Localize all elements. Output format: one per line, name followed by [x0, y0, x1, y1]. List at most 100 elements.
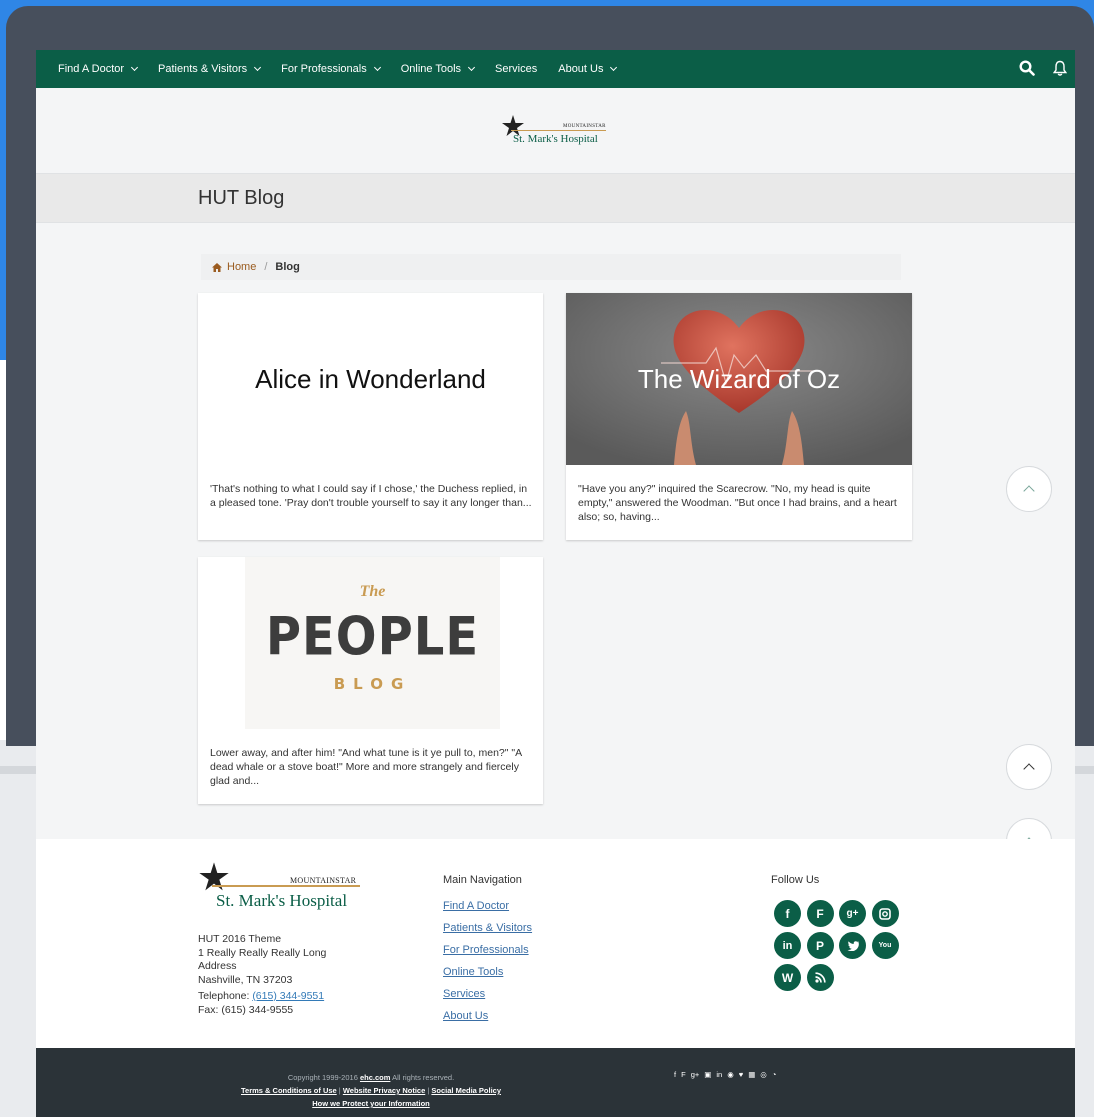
breadcrumb-home[interactable]: Home — [212, 261, 256, 273]
linkedin-icon[interactable]: in — [774, 932, 801, 959]
pinterest-icon[interactable]: ◉ — [727, 1070, 734, 1079]
bell-icon[interactable] — [1053, 60, 1067, 76]
card-excerpt: "Have you any?" inquired the Scarecrow. … — [578, 483, 897, 523]
instagram-icon[interactable] — [871, 900, 899, 927]
rss-icon[interactable]: ◔ — [772, 1070, 777, 1079]
rss-icon[interactable] — [806, 964, 834, 991]
chevron-down-icon — [373, 63, 381, 71]
copyright-link[interactable]: ehc.com — [360, 1073, 390, 1082]
chevron-up-icon — [1023, 763, 1035, 775]
separator: | — [338, 1086, 341, 1095]
address-line: HUT 2016 Theme — [198, 933, 282, 945]
pinterest-icon[interactable]: P — [806, 932, 834, 959]
star-icon — [199, 862, 229, 891]
nav-find-a-doctor[interactable]: Find A Doctor — [58, 63, 139, 75]
address-line: Address — [198, 960, 237, 972]
bottom-social-icons: f F g+ ▣ in ◉ ♥ ▦ ◎ ◔ — [674, 1070, 776, 1079]
card-image-people-blog: The PEOPLE BLOG — [198, 557, 543, 729]
card-excerpt: Lower away, and after him! "And what tun… — [210, 747, 522, 787]
page-title: HUT Blog — [198, 187, 285, 209]
image-text-the: The — [359, 583, 386, 600]
image-text-people: PEOPLE — [265, 606, 480, 668]
privacy-link[interactable]: Website Privacy Notice — [343, 1086, 425, 1095]
footer-link-services[interactable]: Services — [443, 988, 532, 1010]
blog-card-people-blog[interactable]: The PEOPLE BLOG Lower away, and after hi… — [198, 557, 543, 804]
protect-info-link[interactable]: How we Protect your Information — [312, 1099, 430, 1108]
browser-viewport: Find A Doctor Patients & Visitors For Pr… — [36, 50, 1075, 1117]
footer: MOUNTAINSTAR St. Mark's Hospital HUT 201… — [36, 839, 1075, 1048]
instagram-icon[interactable]: ▣ — [704, 1070, 711, 1079]
youtube-icon[interactable]: ▦ — [748, 1070, 755, 1079]
telephone-link[interactable]: (615) 344-9551 — [252, 990, 324, 1002]
image-text-blog: BLOG — [333, 675, 412, 693]
terms-link[interactable]: Terms & Conditions of Use — [241, 1086, 337, 1095]
address-line: Nashville, TN 37203 — [198, 973, 293, 986]
footer-link-online-tools[interactable]: Online Tools — [443, 966, 532, 988]
address-line: 1 Really Really Really Long — [198, 946, 327, 959]
breadcrumb-separator: / — [264, 261, 268, 273]
copyright-prefix: Copyright 1999-2016 — [287, 1073, 358, 1082]
footer-link-find-a-doctor[interactable]: Find A Doctor — [443, 900, 532, 922]
blog-card-wizard-of-oz[interactable]: The Wizard of Oz "Have you any?" inquire… — [566, 293, 912, 540]
breadcrumb-current: Blog — [275, 261, 300, 273]
footer-main-navigation: Find A Doctor Patients & Visitors For Pr… — [443, 900, 532, 1032]
top-navigation: Find A Doctor Patients & Visitors For Pr… — [36, 50, 1075, 88]
footer-link-for-professionals[interactable]: For Professionals — [443, 944, 532, 966]
scroll-to-top-button[interactable] — [1006, 744, 1052, 790]
scroll-to-top-button[interactable] — [1006, 466, 1052, 512]
wordpress-icon[interactable]: W — [774, 964, 801, 991]
card-image-heart: The Wizard of Oz — [566, 293, 912, 465]
breadcrumb-home-label: Home — [227, 261, 257, 273]
foursquare-icon[interactable]: F — [681, 1070, 686, 1079]
youtube-icon[interactable]: You — [871, 932, 899, 959]
logo-swoosh — [511, 130, 606, 131]
blog-card-alice[interactable]: Alice in Wonderland 'That's nothing to w… — [198, 293, 543, 540]
chevron-up-icon — [1023, 485, 1035, 497]
linkedin-icon[interactable]: in — [716, 1070, 722, 1079]
social-media-policy-link[interactable]: Social Media Policy — [431, 1086, 501, 1095]
footer-logo-brand-main: St. Mark's Hospital — [216, 891, 348, 910]
nav-label: Services — [495, 63, 538, 75]
foursquare-icon[interactable]: F — [806, 900, 834, 927]
nav-about-us[interactable]: About Us — [558, 63, 618, 75]
google-plus-icon[interactable]: g+ — [839, 900, 866, 927]
twitter-icon[interactable] — [839, 932, 866, 959]
search-icon[interactable] — [1019, 60, 1035, 76]
nav-services[interactable]: Services — [495, 63, 537, 75]
footer-link-about-us[interactable]: About Us — [443, 1010, 532, 1032]
nav-label: Online Tools — [400, 63, 462, 75]
nav-patients-visitors[interactable]: Patients & Visitors — [158, 63, 262, 75]
nav-label: About Us — [558, 63, 604, 75]
twitter-icon[interactable]: ♥ — [739, 1070, 743, 1079]
footer-link-patients-visitors[interactable]: Patients & Visitors — [443, 922, 532, 944]
card-title[interactable]: Alice in Wonderland — [255, 364, 486, 395]
social-icons: f F g+ in P You W — [774, 900, 914, 996]
footer-logo[interactable]: MOUNTAINSTAR St. Mark's Hospital — [198, 861, 363, 911]
chevron-down-icon — [254, 63, 262, 71]
site-logo[interactable]: MOUNTAINSTAR St. Mark's Hospital — [501, 114, 611, 148]
card-title[interactable]: The Wizard of Oz — [638, 364, 840, 395]
nav-label: For Professionals — [281, 63, 367, 75]
nav-online-tools[interactable]: Online Tools — [400, 63, 476, 75]
footer-logo-brand-top: MOUNTAINSTAR — [290, 876, 357, 885]
telephone-label: Telephone: — [198, 990, 250, 1002]
home-icon — [212, 262, 222, 272]
header-logo-bar: MOUNTAINSTAR St. Mark's Hospital — [36, 88, 1075, 174]
footer-address: HUT 2016 Theme 1 Really Really Really Lo… — [198, 933, 326, 987]
separator: | — [427, 1086, 430, 1095]
fax-text: Fax: (615) 344-9555 — [198, 1003, 294, 1016]
page-title-band: HUT Blog — [36, 174, 1075, 223]
chevron-down-icon — [131, 63, 139, 71]
facebook-icon[interactable]: f — [674, 1070, 676, 1079]
copyright-block: Copyright 1999-2016 ehc.com All rights r… — [186, 1071, 556, 1110]
chevron-down-icon — [610, 63, 618, 71]
wordpress-icon[interactable]: ◎ — [760, 1070, 767, 1079]
google-plus-icon[interactable]: g+ — [691, 1070, 700, 1079]
nav-label: Patients & Visitors — [158, 63, 248, 75]
facebook-icon[interactable]: f — [774, 900, 801, 927]
nav-for-professionals[interactable]: For Professionals — [281, 63, 381, 75]
logo-brand-top: MOUNTAINSTAR — [563, 124, 606, 129]
footer-contact: Telephone: (615) 344-9551 Fax: (615) 344… — [198, 990, 324, 1017]
card-visual: Alice in Wonderland — [198, 293, 543, 465]
copyright-suffix: All rights reserved. — [392, 1073, 455, 1082]
